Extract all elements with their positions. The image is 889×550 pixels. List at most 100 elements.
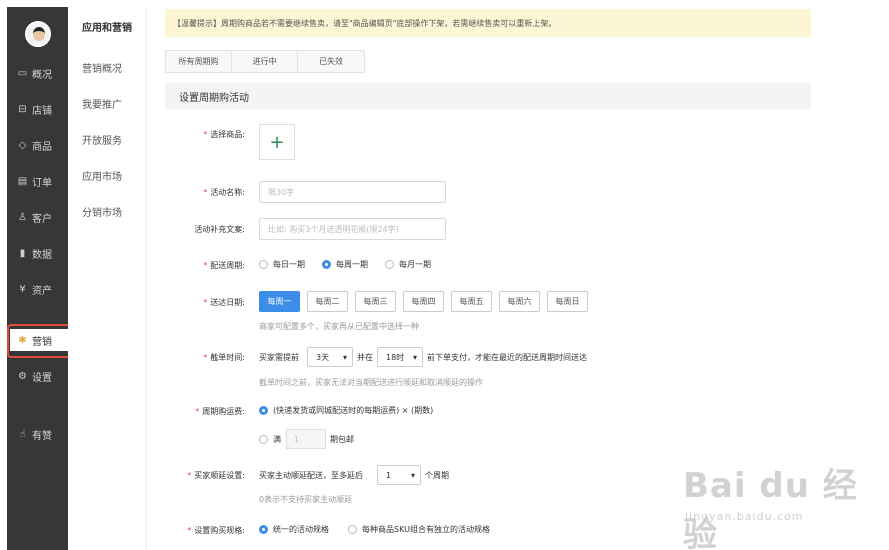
delay-hint: 0表示不支持买家主动顺延 bbox=[259, 495, 353, 504]
customer-icon: ♙ bbox=[18, 211, 27, 223]
subnav-item-open-service[interactable]: 开放服务 bbox=[82, 132, 122, 147]
sidebar-item-goods[interactable]: ◇ 商品 bbox=[7, 134, 68, 156]
subnav-item-app-market[interactable]: 应用市场 bbox=[82, 168, 122, 183]
weekday-fri-button[interactable]: 每周五 bbox=[451, 291, 492, 312]
weekday-wed-button[interactable]: 每周三 bbox=[355, 291, 396, 312]
cycle-daily-radio[interactable]: 每日一期 bbox=[259, 259, 305, 270]
delivery-cycle-text: 配送周期: bbox=[210, 261, 245, 270]
delivery-hint: 商家可配置多个，买家再从已配置中选择一种 bbox=[259, 322, 419, 331]
sidebar-item-label: 有赞 bbox=[32, 430, 52, 442]
chevron-down-icon: ▾ bbox=[410, 470, 415, 480]
sidebar-item-store[interactable]: ⊟ 店铺 bbox=[7, 98, 68, 120]
weekday-mon-button[interactable]: 每周一 bbox=[259, 291, 300, 312]
choose-goods-label: * 选择商品: bbox=[155, 129, 245, 140]
radio-label: (快递发货或同城配送时的每期运费) × (期数) bbox=[273, 406, 434, 415]
subnav-title: 应用和营销 bbox=[82, 23, 132, 34]
radio-circle bbox=[259, 260, 268, 269]
main-sidebar: ▭ 概况 ⊟ 店铺 ◇ 商品 ▤ 订单 ♙ 客户 ▮ 数据 ¥ 资产 ✱ 营销 ⚙ 设置 ☝ 有赞 bbox=[7, 7, 68, 550]
cutoff-hour-select[interactable]: 18时 ▾ bbox=[377, 347, 423, 367]
sidebar-item-label: 店铺 bbox=[32, 105, 52, 117]
free-shipping-periods-stepper[interactable]: 1 bbox=[286, 429, 326, 449]
sidebar-item-customers[interactable]: ♙ 客户 bbox=[7, 206, 68, 228]
cutoff-text: 截单时间: bbox=[210, 353, 245, 362]
chevron-down-icon: ▾ bbox=[412, 352, 417, 362]
warning-notice: 【温馨提示】周期购商品若不需要继续售卖，请至"商品编辑页"底部操作下架，若需继续… bbox=[165, 9, 811, 37]
delay-text: 买家顺延设置: bbox=[194, 471, 245, 480]
required-mark: * bbox=[203, 261, 208, 270]
tab-bar: 所有周期购 进行中 已失效 bbox=[165, 50, 365, 73]
sidebar-item-assets[interactable]: ¥ 资产 bbox=[7, 278, 68, 300]
spec-unified-radio[interactable]: 统一的活动规格 bbox=[259, 524, 329, 535]
extra-copy-input[interactable]: 比如: 购买3个月送透明花瓶(限24字) bbox=[259, 218, 446, 240]
avatar[interactable] bbox=[25, 21, 51, 47]
radio-circle bbox=[322, 260, 331, 269]
activity-name-label: * 活动名称: bbox=[155, 187, 245, 198]
sidebar-item-label: 资产 bbox=[32, 285, 52, 297]
radio-label: 满 bbox=[273, 435, 281, 444]
cycle-monthly-radio[interactable]: 每月一期 bbox=[385, 259, 431, 270]
cutoff-label: * 截单时间: bbox=[155, 352, 245, 363]
settings-icon: ⚙ bbox=[18, 370, 27, 382]
cycle-weekly-radio[interactable]: 每周一期 bbox=[322, 259, 368, 270]
select-value: 18时 bbox=[386, 352, 405, 362]
baidu-watermark-url: jingyan.baidu.com bbox=[685, 510, 804, 523]
weekday-sun-button[interactable]: 每周日 bbox=[547, 291, 588, 312]
sidebar-item-label: 订单 bbox=[32, 177, 52, 189]
sidebar-item-label: 客户 bbox=[32, 213, 52, 225]
sidebar-item-label: 数据 bbox=[32, 249, 52, 261]
weekday-tue-button[interactable]: 每周二 bbox=[307, 291, 348, 312]
cutoff-days-select[interactable]: 3天 ▾ bbox=[307, 347, 353, 367]
delivery-cycle-label: * 配送周期: bbox=[155, 260, 245, 271]
delivery-date-text: 送达日期: bbox=[210, 298, 245, 307]
radio-circle bbox=[259, 525, 268, 534]
add-goods-button[interactable]: + bbox=[259, 124, 295, 160]
data-icon: ▮ bbox=[19, 247, 26, 259]
delivery-date-label: * 送达日期: bbox=[155, 297, 245, 308]
sidebar-item-youzan[interactable]: ☝ 有赞 bbox=[7, 423, 68, 445]
sidebar-item-data[interactable]: ▮ 数据 bbox=[7, 242, 68, 264]
weekday-sat-button[interactable]: 每周六 bbox=[499, 291, 540, 312]
activity-name-input[interactable]: 限30字 bbox=[259, 181, 446, 203]
required-mark: * bbox=[203, 188, 208, 197]
required-mark: * bbox=[203, 353, 208, 362]
required-mark: * bbox=[203, 298, 208, 307]
asset-icon: ¥ bbox=[19, 283, 26, 295]
order-icon: ▤ bbox=[17, 175, 28, 187]
radio-label: 每月一期 bbox=[399, 260, 431, 269]
radio-label: 统一的活动规格 bbox=[273, 525, 329, 534]
required-mark: * bbox=[187, 526, 192, 535]
subnav-item-marketing-overview[interactable]: 营销概况 bbox=[82, 60, 122, 75]
delay-prefix: 买家主动顺延配送，至多延后 bbox=[259, 471, 363, 480]
radio-label: 每种商品SKU组合有独立的活动规格 bbox=[362, 525, 490, 534]
subnav-item-distribution[interactable]: 分销市场 bbox=[82, 204, 122, 219]
sidebar-item-orders[interactable]: ▤ 订单 bbox=[7, 170, 68, 192]
subnav-item-promote[interactable]: 我要推广 bbox=[82, 96, 122, 111]
freight-per-period-radio[interactable]: (快递发货或同城配送时的每期运费) × (期数) bbox=[259, 405, 433, 416]
spec-text: 设置购买规格: bbox=[194, 526, 245, 535]
required-mark: * bbox=[187, 471, 192, 480]
freight-free-suffix: 期包邮 bbox=[330, 435, 354, 444]
tab-active[interactable]: 进行中 bbox=[232, 51, 298, 72]
chevron-down-icon: ▾ bbox=[342, 352, 347, 362]
radio-circle bbox=[385, 260, 394, 269]
spec-per-sku-radio[interactable]: 每种商品SKU组合有独立的活动规格 bbox=[348, 524, 490, 535]
cutoff-suffix: 前下单支付，才能在最近的配送周期时间送达 bbox=[427, 353, 587, 362]
tab-expired[interactable]: 已失效 bbox=[298, 51, 364, 72]
weekday-thu-button[interactable]: 每周四 bbox=[403, 291, 444, 312]
freight-free-radio[interactable]: 满 bbox=[259, 434, 281, 445]
select-value: 1 bbox=[386, 470, 392, 480]
choose-goods-text: 选择商品: bbox=[210, 130, 245, 139]
tab-all[interactable]: 所有周期购 bbox=[166, 51, 232, 72]
goods-icon: ◇ bbox=[18, 139, 27, 151]
activity-name-text: 活动名称: bbox=[210, 188, 245, 197]
extra-copy-label: 活动补充文案: bbox=[194, 225, 245, 234]
required-mark: * bbox=[195, 407, 200, 416]
sidebar-item-overview[interactable]: ▭ 概况 bbox=[7, 62, 68, 84]
delay-label: * 买家顺延设置: bbox=[155, 470, 245, 481]
marketing-highlight-box bbox=[7, 324, 72, 358]
spec-label: * 设置购买规格: bbox=[155, 525, 245, 536]
sidebar-item-settings[interactable]: ⚙ 设置 bbox=[7, 365, 68, 387]
avatar-face bbox=[33, 27, 45, 41]
freight-label: * 周期购运费: bbox=[155, 406, 245, 417]
delay-periods-select[interactable]: 1 ▾ bbox=[377, 465, 421, 485]
